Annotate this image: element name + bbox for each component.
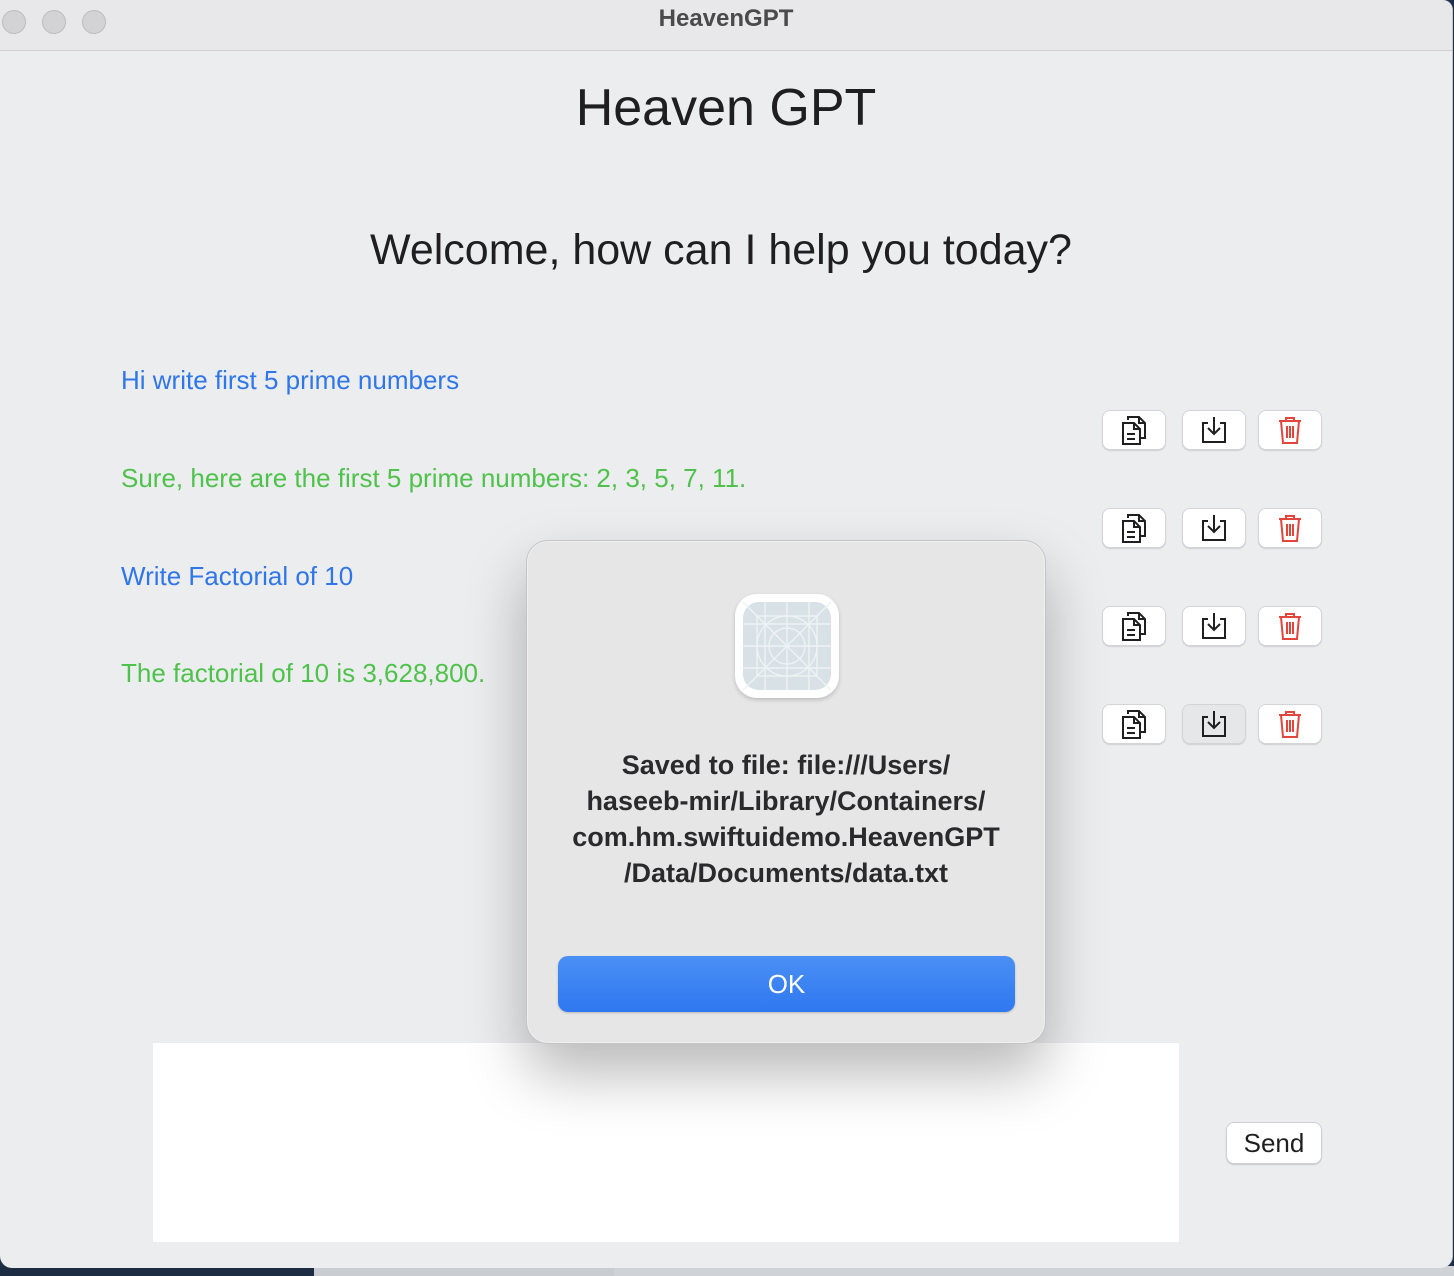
trash-icon xyxy=(1279,515,1301,542)
copy-button[interactable] xyxy=(1102,508,1166,548)
save-button[interactable] xyxy=(1182,704,1246,744)
copy-icon xyxy=(1122,416,1146,445)
copy-icon xyxy=(1122,514,1146,543)
download-icon xyxy=(1202,417,1226,443)
download-icon xyxy=(1202,613,1226,639)
title-bar: HeavenGPT xyxy=(0,0,1452,51)
trash-icon xyxy=(1279,613,1301,640)
save-button[interactable] xyxy=(1182,606,1246,646)
copy-icon xyxy=(1122,612,1146,641)
delete-button[interactable] xyxy=(1258,606,1322,646)
send-button[interactable]: Send xyxy=(1226,1122,1322,1164)
delete-button[interactable] xyxy=(1258,704,1322,744)
assistant-message: The factorial of 10 is 3,628,800. xyxy=(121,658,486,688)
download-icon xyxy=(1202,515,1226,541)
app-heading: Heaven GPT xyxy=(575,79,877,137)
message-actions xyxy=(1102,606,1322,648)
assistant-message: Sure, here are the first 5 prime numbers… xyxy=(121,463,747,493)
message-input[interactable] xyxy=(153,1043,1179,1242)
message-actions xyxy=(1102,508,1322,550)
trash-icon xyxy=(1279,417,1301,444)
app-placeholder-icon xyxy=(735,594,839,698)
copy-icon xyxy=(1122,710,1146,739)
delete-button[interactable] xyxy=(1258,410,1322,450)
user-message: Write Factorial of 10 xyxy=(121,561,354,591)
alert-message: Saved to file: file:///Users/ haseeb-mir… xyxy=(572,750,1000,888)
welcome-text: Welcome, how can I help you today? xyxy=(370,226,1072,274)
user-message: Hi write first 5 prime numbers xyxy=(121,365,460,395)
save-button[interactable] xyxy=(1182,508,1246,548)
trash-icon xyxy=(1279,711,1301,738)
copy-button[interactable] xyxy=(1102,410,1166,450)
message-actions xyxy=(1102,704,1322,746)
copy-button[interactable] xyxy=(1102,704,1166,744)
download-icon xyxy=(1202,711,1226,737)
message-actions xyxy=(1102,410,1322,452)
window-title: HeavenGPT xyxy=(658,5,794,32)
app-window: HeavenGPT Heaven GPT Welcome, how can I … xyxy=(0,0,1453,1268)
copy-button[interactable] xyxy=(1102,606,1166,646)
ok-button[interactable]: OK xyxy=(558,956,1015,1012)
save-alert-dialog: Saved to file: file:///Users/ haseeb-mir… xyxy=(526,540,1046,1044)
delete-button[interactable] xyxy=(1258,508,1322,548)
save-button[interactable] xyxy=(1182,410,1246,450)
